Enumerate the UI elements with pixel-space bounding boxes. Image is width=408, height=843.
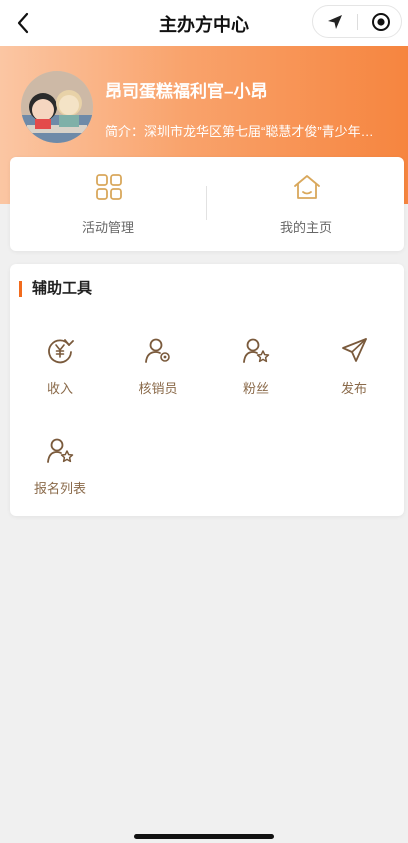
location-button[interactable]	[325, 12, 345, 32]
grid-icon	[96, 174, 122, 200]
avatar[interactable]	[21, 71, 93, 143]
record-target-icon	[372, 13, 390, 31]
tool-fans[interactable]: 粉丝	[208, 336, 304, 416]
tools-section-title: 辅助工具	[19, 281, 92, 297]
home-indicator	[134, 834, 274, 839]
tool-registration-list[interactable]: 报名列表	[12, 436, 108, 516]
user-gear-icon	[145, 338, 170, 363]
capsule-separator	[357, 14, 358, 30]
tool-label: 粉丝	[242, 381, 269, 396]
divider	[206, 186, 207, 220]
record-button[interactable]	[371, 12, 391, 32]
avatar-image	[21, 71, 93, 143]
tool-income[interactable]: 收入	[12, 336, 108, 416]
tool-verifier[interactable]: 核销员	[110, 336, 206, 416]
mini-program-capsule	[312, 5, 402, 38]
tool-label: 核销员	[138, 381, 178, 396]
quick-actions-card: 活动管理 我的主页	[10, 157, 404, 251]
activity-management-label: 活动管理	[81, 220, 134, 235]
organizer-name: 昂司蛋糕福利官–小昂	[105, 82, 268, 101]
yuan-refresh-icon	[48, 339, 74, 364]
user-star-icon	[243, 338, 270, 363]
tool-label: 报名列表	[33, 481, 86, 496]
send-icon	[342, 338, 367, 362]
tools-card: 辅助工具 收入 核销员 粉丝 发布 报名列表	[10, 264, 404, 516]
my-homepage-button[interactable]: 我的主页	[208, 157, 404, 251]
activity-management-button[interactable]: 活动管理	[10, 157, 206, 251]
navbar: 主办方中心	[0, 0, 408, 46]
home-icon	[294, 175, 320, 199]
tool-label: 收入	[46, 381, 73, 396]
my-homepage-label: 我的主页	[279, 220, 332, 235]
organizer-intro: 简介：深圳市龙华区第七届“聪慧才俊”青少年…	[105, 124, 374, 139]
tool-publish[interactable]: 发布	[306, 336, 402, 416]
location-arrow-icon	[328, 15, 342, 29]
tool-label: 发布	[340, 381, 367, 396]
user-star-icon	[47, 438, 74, 463]
